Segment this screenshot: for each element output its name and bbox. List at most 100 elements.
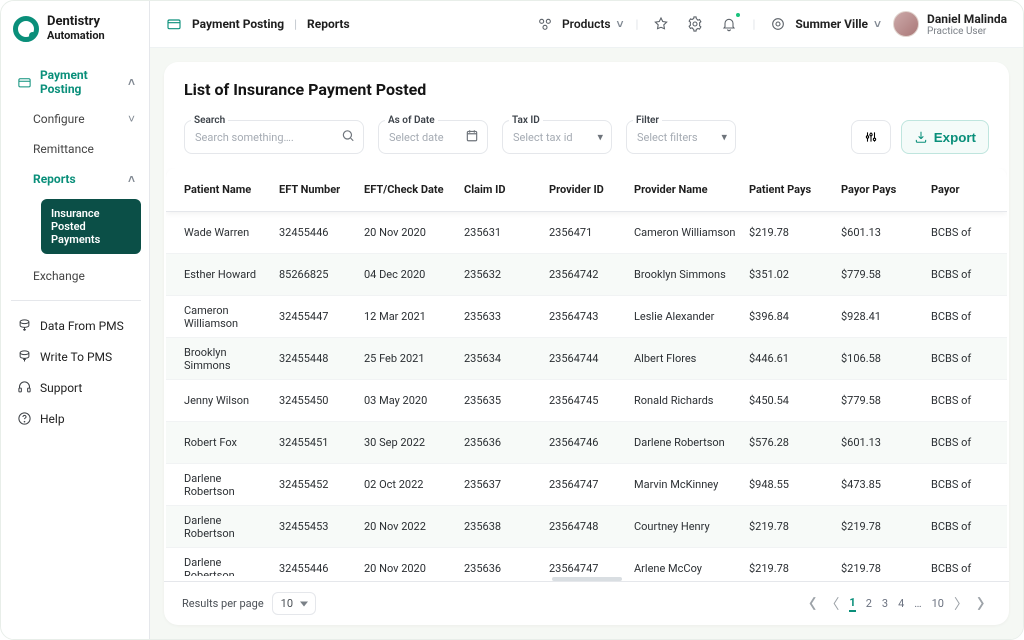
cell-date: 03 May 2020: [364, 394, 464, 407]
cell-date: 12 Mar 2021: [364, 310, 464, 323]
col-date[interactable]: EFT/Check Date: [364, 183, 464, 196]
chevron-up-icon: ˄: [128, 75, 135, 89]
sidebar-item-reports[interactable]: Reports ˄: [11, 165, 141, 193]
prev-page-button[interactable]: 〈: [825, 594, 839, 614]
bell-icon[interactable]: [718, 13, 740, 35]
sidebar-item-exchange[interactable]: Exchange: [11, 262, 141, 290]
cell-provName: Brooklyn Simmons: [634, 268, 749, 281]
sidebar-item-write-to-pms[interactable]: Write To PMS: [11, 342, 141, 371]
sidebar-label: Data From PMS: [40, 319, 124, 333]
page-2[interactable]: 2: [866, 597, 872, 610]
date-label: As of Date: [385, 115, 438, 126]
export-label: Export: [934, 130, 976, 145]
page-ellipsis: …: [914, 597, 921, 610]
products-menu[interactable]: Products ˅: [534, 13, 624, 35]
search-placeholder: Search something….: [195, 131, 294, 144]
table-row[interactable]: Esther Howard8526682504 Dec 202023563223…: [166, 254, 1007, 296]
sidebar-item-support[interactable]: Support: [11, 373, 141, 402]
cell-provName: Courtney Henry: [634, 520, 749, 533]
cell-provName: Albert Flores: [634, 352, 749, 365]
table-row[interactable]: Robert Fox3245545130 Sep 202223563623564…: [166, 422, 1007, 464]
table-row[interactable]: Jenny Wilson3245545003 May 2020235635235…: [166, 380, 1007, 422]
table-row[interactable]: DarleneRobertson3245544620 Nov 202023563…: [166, 548, 1007, 576]
table-row[interactable]: DarleneRobertson3245545320 Nov 202223563…: [166, 506, 1007, 548]
sidebar-item-help[interactable]: Help: [11, 404, 141, 433]
col-claim[interactable]: Claim ID: [464, 183, 549, 196]
col-patient-pays[interactable]: Patient Pays: [749, 183, 841, 196]
cell-patient: BrooklynSimmons: [184, 346, 279, 372]
location-picker[interactable]: Summer Ville ˅: [767, 13, 881, 35]
page-4[interactable]: 4: [898, 597, 904, 610]
products-icon: [534, 13, 556, 35]
table-row[interactable]: CameronWilliamson3245544712 Mar 20212356…: [166, 296, 1007, 338]
sidebar-item-payment-posting[interactable]: Payment Posting ˄: [11, 61, 141, 103]
sidebar-divider: [11, 300, 141, 301]
brand-line2: Automation: [47, 29, 105, 43]
cell-payor: BCBS of: [931, 226, 989, 239]
cell-payor: BCBS of: [931, 562, 989, 575]
cell-provId: 23564745: [549, 394, 634, 407]
location-icon: [767, 13, 789, 35]
cell-payor: BCBS of: [931, 478, 989, 491]
app-root: Dentistry Automation ‹ Payment Posting ˄…: [0, 0, 1024, 640]
col-provider-id[interactable]: Provider ID: [549, 183, 634, 196]
cell-payor: BCBS of: [931, 352, 989, 365]
cell-payor: BCBS of: [931, 268, 989, 281]
cell-payorPays: $219.78: [841, 520, 931, 533]
calendar-icon: [465, 129, 479, 146]
main: Payment Posting | Reports Products ˅ | |…: [150, 1, 1023, 639]
sidebar-item-data-from-pms[interactable]: Data From PMS: [11, 311, 141, 340]
cell-patientPays: $219.78: [749, 562, 841, 575]
sidebar-label: Payment Posting: [40, 68, 128, 96]
page-3[interactable]: 3: [882, 597, 888, 610]
card-icon: [166, 16, 182, 32]
cell-patient: DarleneRobertson: [184, 556, 279, 577]
next-page-button[interactable]: 〉: [954, 594, 968, 614]
gear-icon[interactable]: [684, 13, 706, 35]
settings-button[interactable]: [851, 120, 891, 154]
sidebar-item-configure[interactable]: Configure ˅: [11, 105, 141, 133]
last-page-button[interactable]: 〉〉: [978, 594, 991, 614]
sidebar-item-remittance[interactable]: Remittance: [11, 135, 141, 163]
table-row[interactable]: BrooklynSimmons3245544825 Feb 2021235634…: [166, 338, 1007, 380]
location-label: Summer Ville: [795, 17, 868, 31]
col-payor[interactable]: Payor: [931, 183, 989, 196]
breadcrumb-item[interactable]: Payment Posting: [192, 17, 284, 31]
cell-provId: 23564747: [549, 562, 634, 575]
breadcrumb-sep: |: [294, 17, 297, 31]
database-up-icon: [17, 349, 32, 364]
page-10[interactable]: 10: [932, 597, 944, 610]
cell-patient: DarleneRobertson: [184, 514, 279, 540]
sidebar-item-insurance-posted[interactable]: Insurance Posted Payments: [41, 199, 141, 254]
breadcrumb-item: Reports: [307, 17, 350, 31]
cell-patientPays: $446.61: [749, 352, 841, 365]
col-eft[interactable]: EFT Number: [279, 183, 364, 196]
cell-payorPays: $219.78: [841, 562, 931, 575]
cell-patient: DarleneRobertson: [184, 472, 279, 498]
table-row[interactable]: Wade Warren3245544620 Nov 20202356312356…: [166, 212, 1007, 254]
cell-patientPays: $450.54: [749, 394, 841, 407]
topbar-right: Products ˅ | | Summer Ville ˅ Daniel Mal…: [534, 11, 1007, 37]
filter-placeholder: Select filters: [637, 131, 698, 144]
page-1[interactable]: 1: [849, 596, 855, 612]
cell-patientPays: $396.84: [749, 310, 841, 323]
first-page-button[interactable]: 〈〈: [802, 594, 815, 614]
rpp-select[interactable]: 10: [272, 592, 316, 615]
cell-provName: Marvin McKinney: [634, 478, 749, 491]
sidebar-nav: Payment Posting ˄ Configure ˅ Remittance…: [11, 61, 141, 433]
brand-text: Dentistry Automation: [47, 15, 105, 43]
cell-claim: 235634: [464, 352, 549, 365]
col-payor-pays[interactable]: Payor Pays: [841, 183, 931, 196]
col-patient[interactable]: Patient Name: [184, 183, 279, 196]
cell-provName: Ronald Richards: [634, 394, 749, 407]
cell-payor: BCBS of: [931, 310, 989, 323]
table-header: Patient Name EFT Number EFT/Check Date C…: [166, 168, 1007, 212]
chevron-down-icon: ˅: [128, 112, 135, 126]
user-menu[interactable]: Daniel Malinda Practice User: [893, 11, 1007, 37]
export-button[interactable]: Export: [901, 120, 989, 154]
star-icon[interactable]: [650, 13, 672, 35]
col-provider[interactable]: Provider Name: [634, 183, 749, 196]
cell-payorPays: $779.58: [841, 268, 931, 281]
cell-payorPays: $601.13: [841, 226, 931, 239]
table-row[interactable]: DarleneRobertson3245545202 Oct 202223563…: [166, 464, 1007, 506]
